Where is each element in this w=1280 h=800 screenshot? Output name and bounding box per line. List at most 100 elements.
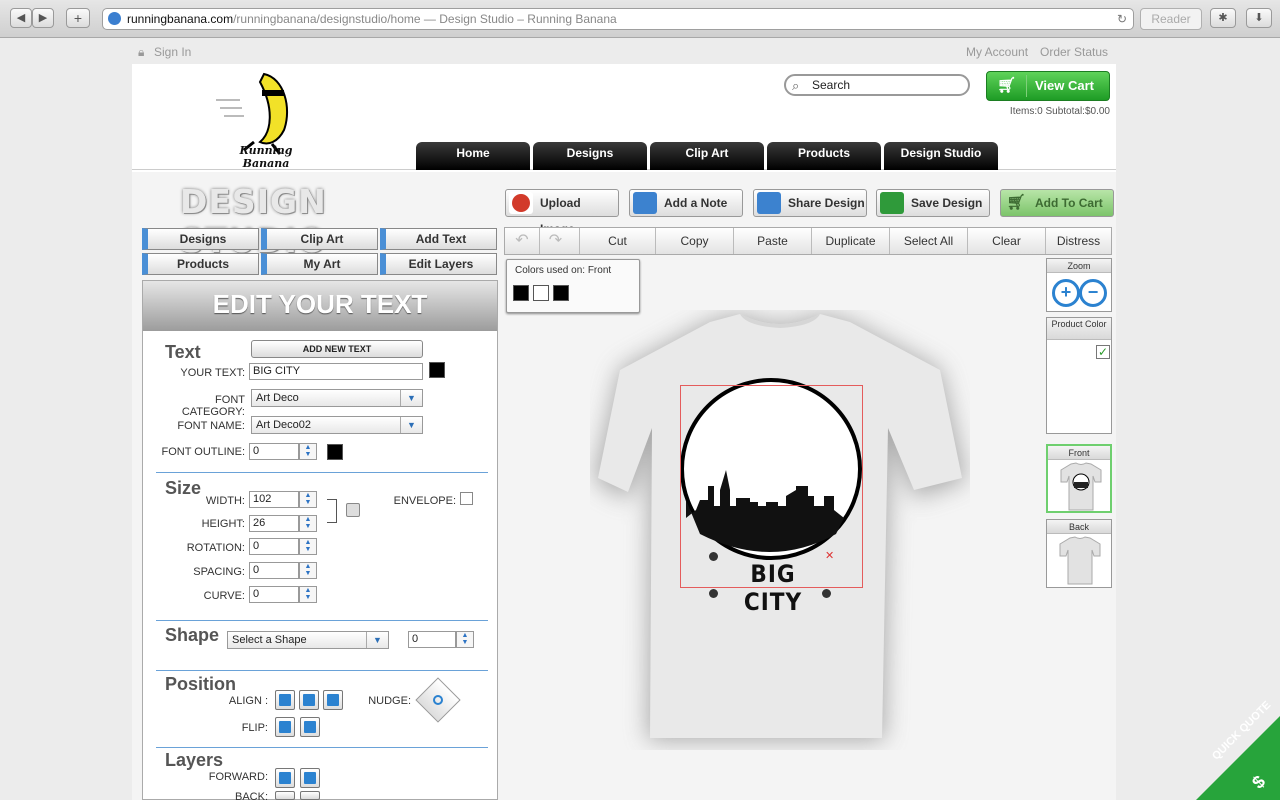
color-swatch[interactable]	[533, 285, 549, 301]
resize-handle[interactable]	[709, 552, 718, 561]
back-view-thumb[interactable]: Back	[1046, 519, 1112, 588]
bring-forward-icon[interactable]	[275, 768, 295, 788]
copy-button[interactable]: Copy	[655, 228, 733, 254]
color-swatch[interactable]	[553, 285, 569, 301]
duplicate-button[interactable]: Duplicate	[811, 228, 889, 254]
site-logo[interactable]: Running Banana	[214, 68, 314, 170]
width-input[interactable]: 102	[249, 491, 299, 508]
align-center-icon[interactable]	[299, 690, 319, 710]
nav-designs[interactable]: Designs	[142, 228, 259, 250]
my-account-link[interactable]: My Account	[966, 45, 1028, 59]
zoom-in-icon[interactable]: +	[1052, 279, 1080, 307]
divider	[156, 670, 488, 671]
height-input[interactable]: 26	[249, 515, 299, 532]
search-input[interactable]: ⌕ Search	[784, 74, 970, 96]
nav-edit-layers[interactable]: Edit Layers	[380, 253, 497, 275]
edit-toolbar: ↶ ↷ Cut Copy Paste Duplicate Select All …	[504, 227, 1112, 255]
font-outline-input[interactable]: 0	[249, 443, 299, 460]
align-right-icon[interactable]	[323, 690, 343, 710]
shape-amount-stepper[interactable]: ▲ ▼	[456, 631, 474, 648]
front-view-thumb[interactable]: Front	[1046, 444, 1112, 513]
your-text-input[interactable]: BIG CITY	[249, 363, 423, 380]
tab-clip-art[interactable]: Clip Art	[650, 142, 764, 170]
reload-icon[interactable]: ↻	[1117, 9, 1127, 29]
reader-button[interactable]: Reader	[1140, 8, 1202, 30]
outline-color-swatch[interactable]	[327, 444, 343, 460]
new-tab-icon[interactable]: +	[66, 8, 90, 28]
redo-icon[interactable]: ↷	[539, 228, 571, 254]
nav-my-art[interactable]: My Art	[261, 253, 378, 275]
tab-design-studio[interactable]: Design Studio	[884, 142, 998, 170]
zoom-out-icon[interactable]: −	[1079, 279, 1107, 307]
font-category-select[interactable]: Art Deco ▼	[251, 389, 423, 407]
add-to-cart-button[interactable]: 🛒︎ Add To Cart	[1000, 189, 1114, 217]
clear-button[interactable]: Clear	[967, 228, 1045, 254]
save-design-button[interactable]: Save Design	[876, 189, 990, 217]
width-label: WIDTH:	[205, 495, 245, 507]
envelope-checkbox[interactable]	[460, 492, 473, 505]
font-outline-label: FONT OUTLINE:	[161, 446, 245, 458]
back-label: BACK:	[234, 791, 268, 800]
color-swatch[interactable]	[513, 285, 529, 301]
address-bar[interactable]: runningbanana.com/runningbanana/designst…	[102, 8, 1134, 30]
forward-icon[interactable]: ▶	[32, 8, 54, 28]
cart-icon: 🛒︎	[1006, 194, 1026, 211]
tab-home[interactable]: Home	[416, 142, 530, 170]
rotation-input[interactable]: 0	[249, 538, 299, 555]
product-color-label: Product Color	[1047, 318, 1111, 340]
back-icon[interactable]: ◀	[10, 8, 32, 28]
curve-input[interactable]: 0	[249, 586, 299, 603]
white-color-check-icon[interactable]: ✓	[1096, 345, 1110, 359]
logo-text: Running Banana	[239, 144, 293, 170]
width-stepper[interactable]: ▲ ▼	[299, 491, 317, 508]
flip-horizontal-icon[interactable]	[275, 717, 295, 737]
order-status-link[interactable]: Order Status	[1040, 45, 1108, 59]
scale-handle[interactable]	[822, 589, 831, 598]
add-new-text-button[interactable]: ADD NEW TEXT	[251, 340, 423, 358]
save-icon	[880, 192, 904, 214]
downloads-icon[interactable]: ⬇	[1246, 8, 1272, 28]
curve-stepper[interactable]: ▲ ▼	[299, 586, 317, 603]
delete-icon[interactable]: ✕	[825, 551, 834, 562]
spacing-input[interactable]: 0	[249, 562, 299, 579]
rotate-handle[interactable]	[709, 589, 718, 598]
undo-icon[interactable]: ↶	[505, 228, 539, 254]
send-backward-icon[interactable]	[275, 791, 295, 800]
cut-button[interactable]: Cut	[579, 228, 655, 254]
shape-select[interactable]: Select a Shape ▼	[227, 631, 389, 649]
text-color-swatch[interactable]	[429, 362, 445, 378]
align-left-icon[interactable]	[275, 690, 295, 710]
chevron-down-icon: ▼	[400, 390, 422, 406]
paste-button[interactable]: Paste	[733, 228, 811, 254]
lock-aspect-icon[interactable]	[346, 503, 360, 517]
distress-button[interactable]: Distress	[1045, 228, 1111, 254]
bring-to-front-icon[interactable]	[300, 768, 320, 788]
sign-in-link[interactable]: Sign In	[154, 45, 191, 59]
view-cart-label: View Cart	[1035, 78, 1095, 93]
select-all-button[interactable]: Select All	[889, 228, 967, 254]
share-design-button[interactable]: Share Design	[753, 189, 867, 217]
height-stepper[interactable]: ▲ ▼	[299, 515, 317, 532]
tab-designs[interactable]: Designs	[533, 142, 647, 170]
quick-quote-button[interactable]: QUICK QUOTE $	[1196, 699, 1280, 800]
font-outline-stepper[interactable]: ▲ ▼	[299, 443, 317, 460]
nav-clip-art[interactable]: Clip Art	[261, 228, 378, 250]
tab-products[interactable]: Products	[767, 142, 881, 170]
font-name-select[interactable]: Art Deco02 ▼	[251, 416, 423, 434]
view-cart-button[interactable]: 🛒︎ View Cart	[986, 71, 1110, 101]
nav-products[interactable]: Products	[142, 253, 259, 275]
rotation-stepper[interactable]: ▲ ▼	[299, 538, 317, 555]
extension-icon[interactable]: ✱	[1210, 8, 1236, 28]
flip-vertical-icon[interactable]	[300, 717, 320, 737]
add-note-button[interactable]: Add a Note	[629, 189, 743, 217]
upload-image-button[interactable]: Upload Image	[505, 189, 619, 236]
selection-box[interactable]: ✕	[680, 385, 863, 598]
shape-amount-input[interactable]: 0	[408, 631, 456, 648]
browser-toolbar: ◀ ▶ + runningbanana.com/runningbanana/de…	[0, 0, 1280, 38]
url-domain: runningbanana.com	[127, 12, 234, 26]
spacing-stepper[interactable]: ▲ ▼	[299, 562, 317, 579]
nav-add-text[interactable]: Add Text	[380, 228, 497, 250]
send-to-back-icon[interactable]	[300, 791, 320, 800]
spacing-label: SPACING:	[193, 566, 245, 578]
divider	[156, 472, 488, 473]
